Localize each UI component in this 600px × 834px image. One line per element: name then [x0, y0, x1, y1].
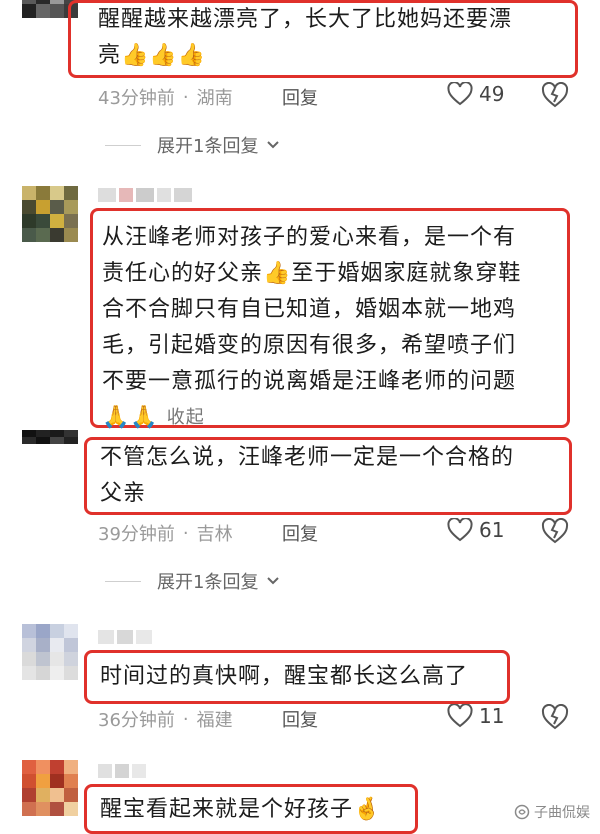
- reply-button[interactable]: 回复: [282, 706, 318, 732]
- comment-text: 时间过的真快啊，醒宝都长这么高了: [100, 664, 469, 689]
- collapse-button[interactable]: 收起: [167, 400, 205, 436]
- reply-button[interactable]: 回复: [282, 520, 318, 546]
- dislike-heart-icon[interactable]: [541, 82, 569, 108]
- like-count: 49: [479, 82, 505, 106]
- location: 湖南: [196, 88, 233, 109]
- reply-button[interactable]: 回复: [282, 84, 318, 110]
- avatar[interactable]: [22, 760, 78, 816]
- like-button[interactable]: 49: [447, 82, 504, 106]
- pray-emoji: 🙏🙏: [102, 405, 159, 430]
- brand-logo-icon: [514, 804, 530, 820]
- timestamp: 36分钟前: [98, 710, 175, 731]
- comment-meta: 39分钟前 · 吉林: [98, 520, 233, 546]
- expand-label: 展开1条回复: [157, 572, 259, 593]
- username-blurred[interactable]: [98, 630, 152, 644]
- username-blurred[interactable]: [98, 764, 146, 778]
- expand-replies[interactable]: 展开1条回复: [105, 132, 282, 158]
- comment-meta: 43分钟前 · 湖南: [98, 84, 233, 110]
- comment-text: 从汪峰老师对孩子的爱心来看，是一个有 责任心的好父亲👍至于婚姻家庭就象穿鞋 合不…: [102, 220, 521, 436]
- watermark: 子曲侃娱: [514, 802, 590, 822]
- comment-text: 不管怎么说，汪峰老师一定是一个合格的 父亲: [100, 445, 515, 506]
- chevron-down-icon: [267, 141, 280, 149]
- heart-icon: [447, 704, 473, 728]
- expand-replies[interactable]: 展开1条回复: [105, 568, 282, 594]
- crossed-fingers-emoji: 🤞: [353, 797, 382, 822]
- like-button[interactable]: 11: [447, 704, 504, 728]
- like-button[interactable]: 61: [447, 518, 504, 542]
- avatar[interactable]: [22, 624, 78, 680]
- location: 福建: [196, 710, 233, 731]
- comment-text: 醒醒越来越漂亮了，长大了比她妈还要漂 亮👍👍👍: [98, 7, 513, 68]
- dislike-heart-icon[interactable]: [541, 704, 569, 730]
- like-count: 61: [479, 518, 505, 542]
- heart-icon: [447, 518, 473, 542]
- avatar[interactable]: [22, 186, 78, 242]
- username-blurred[interactable]: [98, 188, 192, 202]
- timestamp: 43分钟前: [98, 88, 175, 109]
- comment-text: 醒宝看起来就是个好孩子🤞: [100, 797, 382, 822]
- comment-meta: 36分钟前 · 福建: [98, 706, 233, 732]
- chevron-down-icon: [267, 577, 280, 585]
- avatar[interactable]: [22, 430, 78, 458]
- like-count: 11: [479, 704, 505, 728]
- watermark-text: 子曲侃娱: [534, 805, 590, 821]
- heart-icon: [447, 82, 473, 106]
- expand-label: 展开1条回复: [157, 136, 259, 157]
- thumbs-up-emoji: 👍: [263, 261, 292, 286]
- location: 吉林: [196, 524, 233, 545]
- timestamp: 39分钟前: [98, 524, 175, 545]
- dislike-heart-icon[interactable]: [541, 518, 569, 544]
- thumbs-up-emoji: 👍👍👍: [121, 43, 207, 68]
